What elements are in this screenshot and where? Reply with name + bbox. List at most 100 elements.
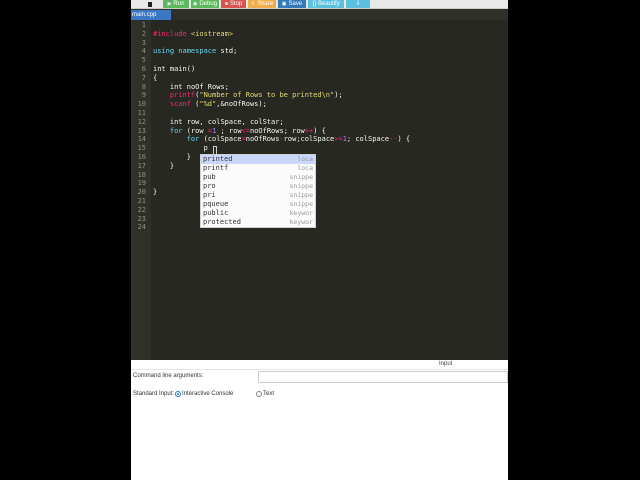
- autocomplete-item-meta: snippe: [289, 182, 313, 190]
- share-button[interactable]: ⇪ Share: [248, 0, 276, 8]
- autocomplete-item-name: pqueue: [203, 200, 229, 208]
- interactive-console-label[interactable]: Interactive Console: [182, 391, 233, 397]
- code-token: ) {: [313, 127, 326, 135]
- code-token: (colSpace: [199, 135, 242, 143]
- save-label: Save: [288, 1, 303, 7]
- autocomplete-item[interactable]: public keywor: [201, 209, 315, 218]
- code-token: row, colSpace, colStar;: [182, 118, 284, 126]
- input-tab[interactable]: Input: [439, 361, 452, 367]
- autocomplete-item-meta: snippe: [289, 173, 313, 181]
- autocomplete-item-meta: snippe: [289, 191, 313, 199]
- code-token: >=: [334, 135, 343, 143]
- beautify-button[interactable]: {} Beautify: [308, 0, 344, 8]
- floppy-icon: ▣: [281, 1, 287, 7]
- code-token: "%d": [199, 100, 217, 108]
- code-token: ; row: [216, 127, 242, 135]
- line-number: 4: [141, 47, 146, 55]
- standard-input-label: Standard Input:: [133, 391, 175, 397]
- line-number: 16: [137, 153, 146, 161]
- line-number: 12: [137, 118, 146, 126]
- download-button[interactable]: ⇩: [346, 0, 370, 8]
- code-token: ; colSpace: [346, 135, 390, 143]
- autocomplete-item-name: printf: [203, 164, 229, 172]
- autocomplete-item-meta: loca: [297, 155, 313, 163]
- line-number: 21: [137, 197, 146, 205]
- autocomplete-item[interactable]: pqueue snippe: [201, 200, 315, 209]
- line-number: 24: [137, 223, 146, 231]
- debug-button[interactable]: ◉ Debug: [191, 0, 219, 8]
- code-line-current: p: [153, 144, 208, 152]
- code-line-main: int main(): [153, 65, 195, 74]
- autocomplete-item-name: pub: [203, 173, 216, 181]
- code-token: ) {: [397, 135, 411, 143]
- line-number-gutter: 1 2 3 4 5 6 7 8 9 10 11 12 13 14 15 16 1…: [131, 20, 151, 360]
- code-token: --: [389, 135, 398, 143]
- code-token: int: [153, 83, 183, 91]
- code-line: }: [153, 162, 175, 170]
- code-line: }: [153, 188, 158, 196]
- autocomplete-item-name: pro: [203, 182, 216, 190]
- autocomplete-item[interactable]: printf loca: [201, 164, 315, 173]
- interactive-console-radio[interactable]: [175, 391, 181, 397]
- line-number: 11: [137, 109, 146, 117]
- autocomplete-item[interactable]: pri snippe: [201, 191, 315, 200]
- code-token: "Number of Rows to be printed\n": [199, 91, 335, 99]
- file-tab-bar: main.cpp: [131, 9, 508, 20]
- autocomplete-item-meta: keywor: [289, 209, 313, 217]
- code-token: noOf Rows;: [182, 83, 229, 91]
- code-token: int: [153, 65, 166, 73]
- autocomplete-item-name: printed: [203, 155, 233, 163]
- code-token: ,&noOfRows);: [216, 100, 267, 108]
- code-line: scanf ("%d",&noOfRows);: [153, 100, 267, 109]
- autocomplete-popup: printed loca printf loca pub snippe pro snip…: [200, 154, 316, 228]
- line-number: 5: [141, 56, 146, 64]
- io-header: Input: [131, 360, 508, 370]
- debug-icon: ◉: [192, 1, 198, 7]
- line-number: 2: [141, 30, 146, 38]
- line-number: 7: [141, 74, 146, 82]
- text-input-radio[interactable]: [256, 391, 262, 397]
- code-line: printf("Number of Rows to be printed\n")…: [153, 91, 343, 100]
- autocomplete-item[interactable]: printed loca: [201, 155, 315, 164]
- file-tab-main[interactable]: main.cpp: [131, 10, 171, 20]
- save-button[interactable]: ▣ Save: [278, 0, 306, 8]
- autocomplete-item-meta: loca: [297, 164, 313, 172]
- text-input-label[interactable]: Text: [263, 391, 274, 397]
- code-token: using: [153, 47, 175, 55]
- command-line-args-label: Command line arguments:: [133, 373, 204, 379]
- code-token: noOfRows; row: [249, 127, 305, 135]
- autocomplete-item[interactable]: pub snippe: [201, 173, 315, 182]
- beautify-label: {} Beautify: [312, 1, 340, 7]
- menu-button[interactable]: [139, 0, 161, 9]
- line-number: 1: [141, 21, 146, 29]
- code-token: std;: [216, 47, 238, 55]
- line-number: 15: [137, 144, 146, 152]
- code-editor[interactable]: 1 2 3 4 5 6 7 8 9 10 11 12 13 14 15 16 1…: [131, 20, 508, 360]
- autocomplete-item-meta: keywor: [289, 218, 313, 226]
- code-token: int: [153, 118, 183, 126]
- line-number: 19: [137, 179, 146, 187]
- autocomplete-item[interactable]: pro snippe: [201, 182, 315, 191]
- code-token: #include: [153, 30, 187, 38]
- io-panel: Input Command line arguments: Standard I…: [131, 360, 508, 480]
- autocomplete-item-name: pri: [203, 191, 216, 199]
- code-line-using: using namespace std;: [153, 47, 237, 56]
- stop-icon: ■: [224, 1, 228, 7]
- autocomplete-item-meta: snippe: [289, 200, 313, 208]
- line-number: 9: [141, 91, 146, 99]
- code-token: noOfRows: [245, 135, 280, 143]
- code-token: main(): [165, 65, 196, 73]
- code-token: <iostream>: [186, 30, 234, 38]
- download-icon: ⇩: [355, 1, 361, 7]
- stop-button[interactable]: ■ Stop: [221, 0, 246, 8]
- code-line: for (colSpace=noOfRows-row;colSpace>=1; …: [153, 135, 410, 144]
- command-line-args-input[interactable]: [258, 371, 508, 383]
- line-number: 17: [137, 162, 146, 170]
- code-token: printf: [153, 91, 196, 99]
- code-line-include: #include <iostream>: [153, 30, 233, 39]
- line-number: 22: [137, 206, 146, 214]
- autocomplete-item[interactable]: protected keywor: [201, 218, 315, 227]
- stop-label: Stop: [229, 1, 243, 7]
- run-button[interactable]: ▶ Run: [163, 0, 189, 8]
- code-token: <=: [241, 127, 250, 135]
